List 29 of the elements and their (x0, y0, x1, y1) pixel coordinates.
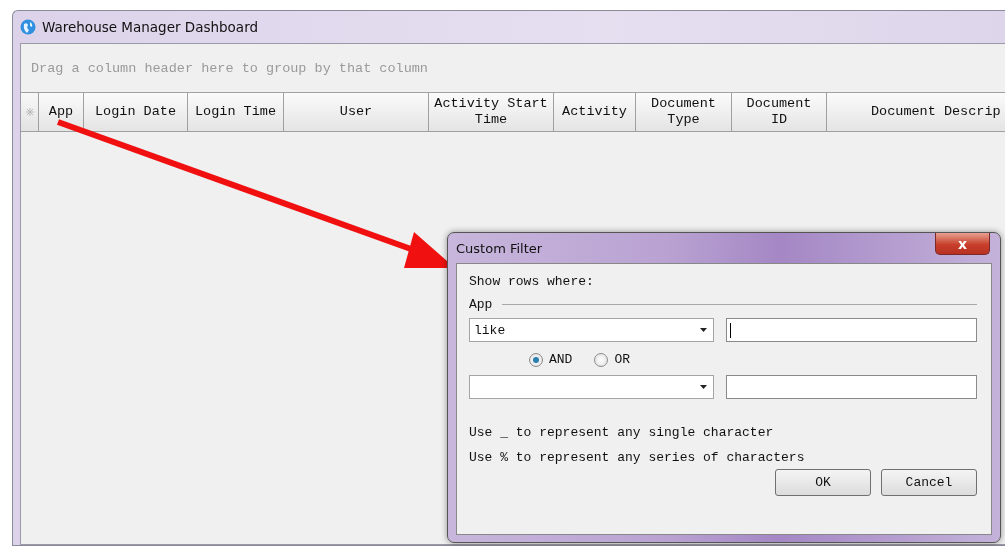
column-header[interactable]: Activity Start Time (429, 93, 554, 131)
column-header[interactable]: Document Type (636, 93, 732, 131)
hint-text: Use % to represent any series of characters (469, 450, 806, 465)
column-header[interactable]: Login Time (188, 93, 284, 131)
value-field[interactable] (726, 318, 977, 342)
operator-dropdown[interactable] (469, 375, 714, 399)
column-header[interactable]: User (284, 93, 429, 131)
caret-icon (700, 385, 707, 389)
window-title: Warehouse Manager Dashboard (42, 19, 259, 35)
column-header[interactable]: Document ID (732, 93, 827, 131)
globe-icon (20, 19, 36, 35)
logic-radio[interactable]: OR (594, 352, 630, 367)
prompt-label: Show rows where: (469, 274, 595, 289)
column-header[interactable]: Activity (554, 93, 636, 131)
asterisk-icon (25, 108, 34, 116)
field-label: App (469, 297, 493, 312)
column-header[interactable]: Login Date (84, 93, 188, 131)
logic-radio[interactable]: AND (529, 352, 573, 367)
operator-dropdown[interactable]: like (469, 318, 714, 342)
column-header[interactable]: App (39, 93, 84, 131)
cancel-button[interactable]: Cancel (881, 469, 977, 496)
dialog-title: Custom Filter (456, 240, 543, 256)
value-field[interactable] (726, 375, 977, 399)
ok-button[interactable]: OK (775, 469, 871, 496)
column-header[interactable]: Document Descrip (827, 93, 1005, 131)
caret-icon (700, 328, 707, 332)
hint-text: Use _ to represent any single character (469, 425, 775, 440)
close-button[interactable]: x (935, 233, 990, 255)
group-by-hint: Drag a column header here to group by that column (31, 60, 428, 76)
